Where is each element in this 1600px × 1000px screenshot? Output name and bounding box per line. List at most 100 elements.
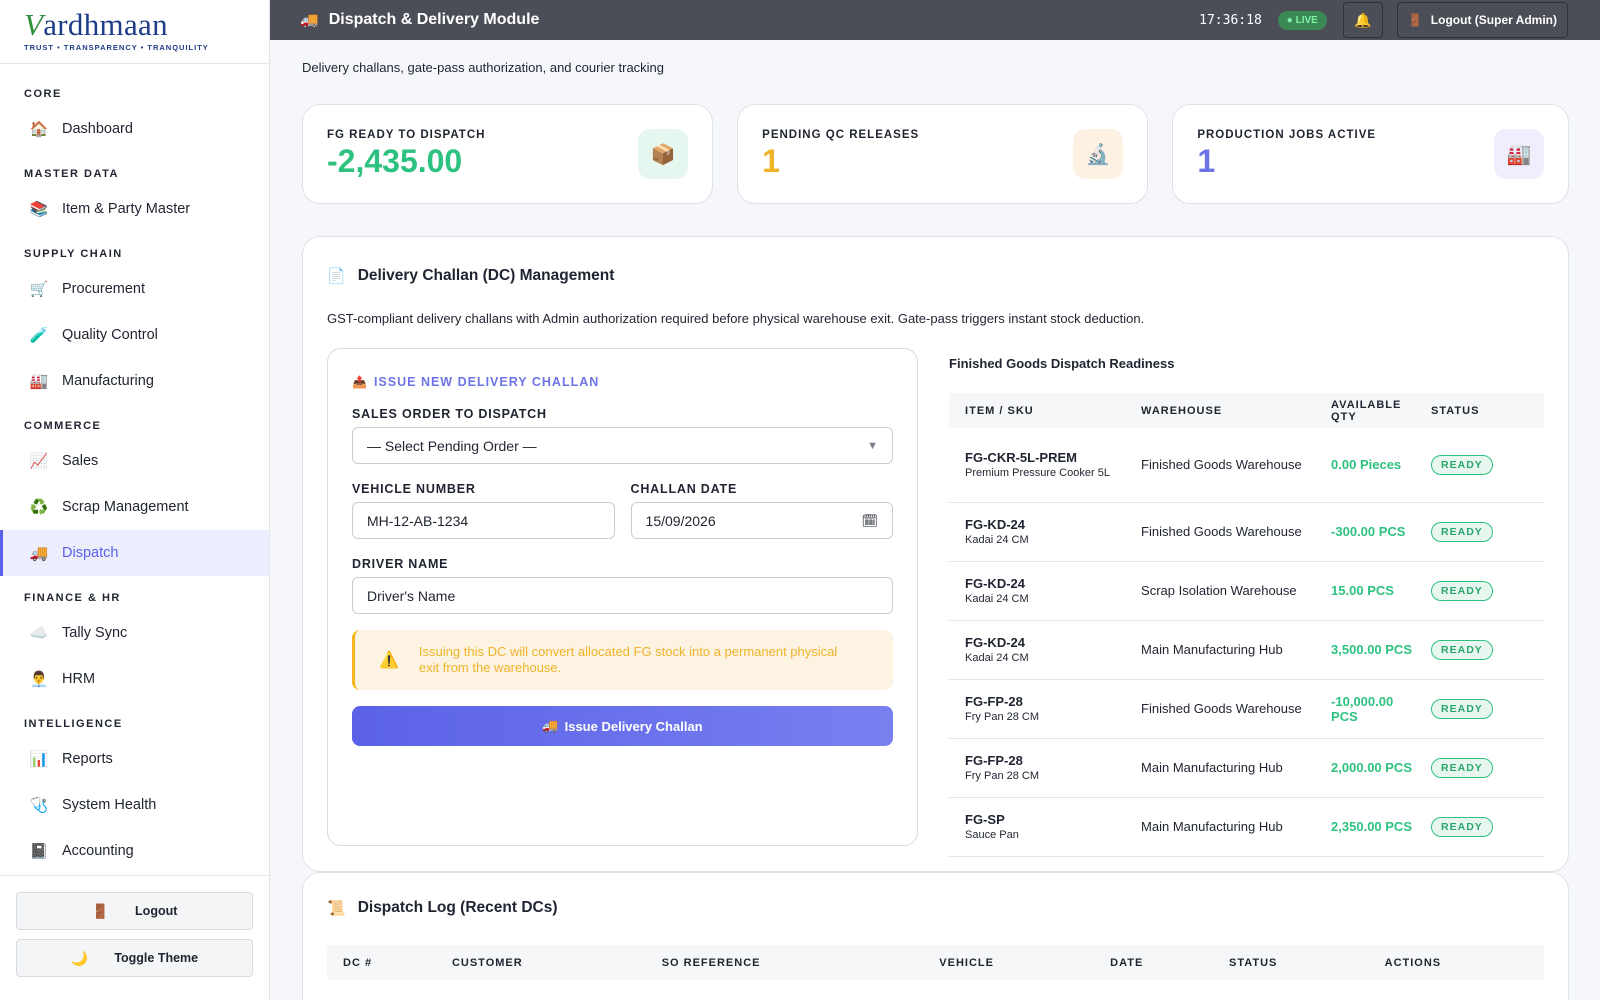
available-qty: 2,000.00 PCS (1315, 738, 1416, 798)
dispatch-log-header-row: DC # CUSTOMER SO REFERENCE VEHICLE DATE STATU… (327, 945, 1544, 980)
sidebar-item-accounting[interactable]: 📓 Accounting (0, 828, 269, 874)
item-sku: FG-KD-24 (965, 517, 1025, 532)
stat-label: PRODUCTION JOBS ACTIVE (1197, 129, 1377, 141)
main-content: Delivery challans, gate-pass authorizati… (302, 40, 1570, 1000)
outbox-icon: 📤 (352, 375, 368, 389)
item-sku-cell: FG-KD-24 Kadai 24 CM (949, 502, 1126, 562)
brand-tagline: TRUST • TRANSPARENCY • TRANQUILITY (24, 43, 209, 52)
person-icon: 👨‍💼 (29, 671, 49, 688)
microscope-icon: 🔬 (1073, 129, 1124, 179)
sidebar-item-dashboard[interactable]: 🏠 Dashboard (0, 106, 269, 152)
table-row: FG-FP-28 Fry Pan 28 CM Finished Goods Ware… (949, 679, 1544, 739)
sidebar-item-procurement[interactable]: 🛒 Procurement (0, 266, 269, 312)
sidebar-item-system-health[interactable]: 🩺 System Health (0, 782, 269, 828)
stats-row: FG READY TO DISPATCH -2,435.00 📦 PENDING QC… (302, 104, 1570, 204)
scroll-icon: 📜 (327, 900, 346, 917)
truck-icon: 🚚 (300, 12, 319, 29)
table-row: FG-FP-28 Fry Pan 28 CM Main Manufacturing … (949, 738, 1544, 798)
sidebar-item-hrm[interactable]: 👨‍💼 HRM (0, 656, 269, 702)
vehicle-number-input[interactable]: MH-12-AB-1234 (352, 502, 615, 539)
stat-value: 1 (1197, 143, 1216, 179)
status-cell: READY (1415, 620, 1544, 680)
sidebar-footer: 🚪 Logout 🌙 Toggle Theme (0, 875, 269, 1000)
issue-dc-heading: 📤 ISSUE NEW DELIVERY CHALLAN (352, 375, 893, 389)
top-logout-button[interactable]: 🚪 Logout (Super Admin) (1396, 2, 1568, 38)
dispatch-log-title: 📜 Dispatch Log (Recent DCs) (327, 899, 1544, 917)
status-badge: READY (1431, 639, 1493, 660)
driver-label: DRIVER NAME (352, 557, 449, 571)
vehicle-number-placeholder: MH-12-AB-1234 (367, 512, 469, 529)
cart-icon: 🛒 (29, 281, 49, 298)
package-icon: 📦 (638, 129, 689, 179)
dispatch-log-column-header: STATUS (1212, 945, 1369, 980)
warehouse-cell: Main Manufacturing Hub (1125, 620, 1316, 680)
dc-panel-title: 📄 Delivery Challan (DC) Management (327, 267, 1544, 285)
item-sku: FG-FP-28 (965, 694, 1023, 709)
driver-name-placeholder: Driver's Name (367, 587, 456, 604)
truck-icon: 🚚 (29, 545, 49, 562)
dc-warning: ⚠️ Issuing this DC will convert allocate… (352, 630, 894, 690)
home-icon: 🏠 (29, 121, 49, 138)
status-cell: READY (1415, 679, 1544, 739)
item-sku: FG-CKR-5L-PREM (965, 450, 1077, 466)
table-row: FG-CKR-5L-PREM Premium Pressure Cooker 5L… (949, 428, 1544, 503)
notifications-button[interactable]: 🔔 (1342, 2, 1383, 38)
nav-section-title: INTELLIGENCE (24, 718, 123, 730)
sidebar-item-label: Quality Control (62, 327, 158, 343)
page-subtitle: Delivery challans, gate-pass authorizati… (302, 60, 665, 75)
sidebar-nav: CORE 🏠 Dashboard MASTER DATA 📚 Item & Party M… (0, 64, 269, 874)
sidebar-item-manufacturing[interactable]: 🏭 Manufacturing (0, 358, 269, 404)
brand-logo[interactable]: Vardhmaan TRUST • TRANSPARENCY • TRANQUI… (0, 0, 269, 64)
sales-order-select[interactable]: — Select Pending Order — ▼ (352, 427, 894, 464)
available-qty: 15.00 PCS (1315, 561, 1416, 621)
sidebar-item-reports[interactable]: 📊 Reports (0, 736, 269, 782)
top-bar: 🚚 Dispatch & Delivery Module 17:36:18 ● … (270, 0, 1600, 40)
page-title: 🚚 Dispatch & Delivery Module (300, 11, 539, 29)
sidebar-item-item-party-master[interactable]: 📚 Item & Party Master (0, 186, 269, 232)
sidebar-item-label: Accounting (62, 843, 134, 859)
sales-order-label: SALES ORDER TO DISPATCH (352, 407, 547, 421)
item-sku-cell: FG-KD-24 Kadai 24 CM (949, 561, 1126, 621)
sidebar-item-scrap-management[interactable]: ♻️ Scrap Management (0, 484, 269, 530)
status-badge: READY (1431, 454, 1493, 475)
sidebar-item-sales[interactable]: 📈 Sales (0, 438, 269, 484)
sidebar-item-label: Dashboard (62, 121, 133, 137)
item-description: Sauce Pan (965, 829, 1019, 841)
sidebar-item-quality-control[interactable]: 🧪 Quality Control (0, 312, 269, 358)
readiness-table-body: FG-CKR-5L-PREM Premium Pressure Cooker 5L… (949, 428, 1544, 857)
bell-icon: 🔔 (1354, 11, 1372, 28)
available-qty: -10,000.00 PCS (1315, 679, 1416, 739)
toggle-theme-button[interactable]: 🌙 Toggle Theme (16, 939, 253, 977)
issue-dc-button[interactable]: 🚚 Issue Delivery Challan (352, 706, 894, 746)
ledger-icon: 📓 (29, 843, 49, 860)
issue-dc-button-label: Issue Delivery Challan (564, 718, 703, 734)
stat-card: PRODUCTION JOBS ACTIVE 1 🏭 (1172, 104, 1570, 204)
warehouse-cell: Finished Goods Warehouse (1125, 428, 1316, 503)
stat-label: PENDING QC RELEASES (762, 129, 920, 141)
sidebar: Vardhmaan TRUST • TRANSPARENCY • TRANQUI… (0, 0, 270, 1000)
factory-icon: 🏭 (1494, 129, 1545, 179)
sidebar-item-tally-sync[interactable]: ☁️ Tally Sync (0, 610, 269, 656)
driver-name-input[interactable]: Driver's Name (352, 577, 894, 614)
dispatch-log-column-header: DATE (1094, 945, 1213, 980)
readiness-column-header: STATUS (1415, 393, 1544, 428)
sidebar-item-dispatch[interactable]: 🚚 Dispatch (0, 530, 269, 576)
available-qty: 2,350.00 PCS (1315, 797, 1416, 857)
item-sku: FG-FP-28 (965, 753, 1023, 768)
item-sku-cell: FG-KD-24 Kadai 24 CM (949, 620, 1126, 680)
stat-label: FG READY TO DISPATCH (327, 129, 486, 141)
readiness-header-row: ITEM / SKU WAREHOUSE AVAILABLE QTY STATUS (949, 393, 1544, 428)
item-sku: FG-KD-24 (965, 635, 1025, 650)
dispatch-log-column-header: CUSTOMER (435, 945, 646, 980)
live-badge-label: LIVE (1295, 14, 1318, 26)
dispatch-log-title-text: Dispatch Log (Recent DCs) (357, 899, 558, 916)
door-icon: 🚪 (1407, 13, 1423, 27)
issue-dc-heading-text: ISSUE NEW DELIVERY CHALLAN (373, 375, 600, 389)
challan-date-value: 15/09/2026 (645, 512, 716, 529)
status-badge: READY (1431, 580, 1493, 601)
challan-date-input[interactable]: 15/09/2026 🗓 (630, 502, 894, 539)
calendar-icon[interactable]: 🗓 (862, 513, 879, 529)
status-badge: READY (1431, 816, 1493, 837)
document-icon: 📄 (327, 268, 346, 285)
sidebar-logout-button[interactable]: 🚪 Logout (16, 892, 253, 930)
